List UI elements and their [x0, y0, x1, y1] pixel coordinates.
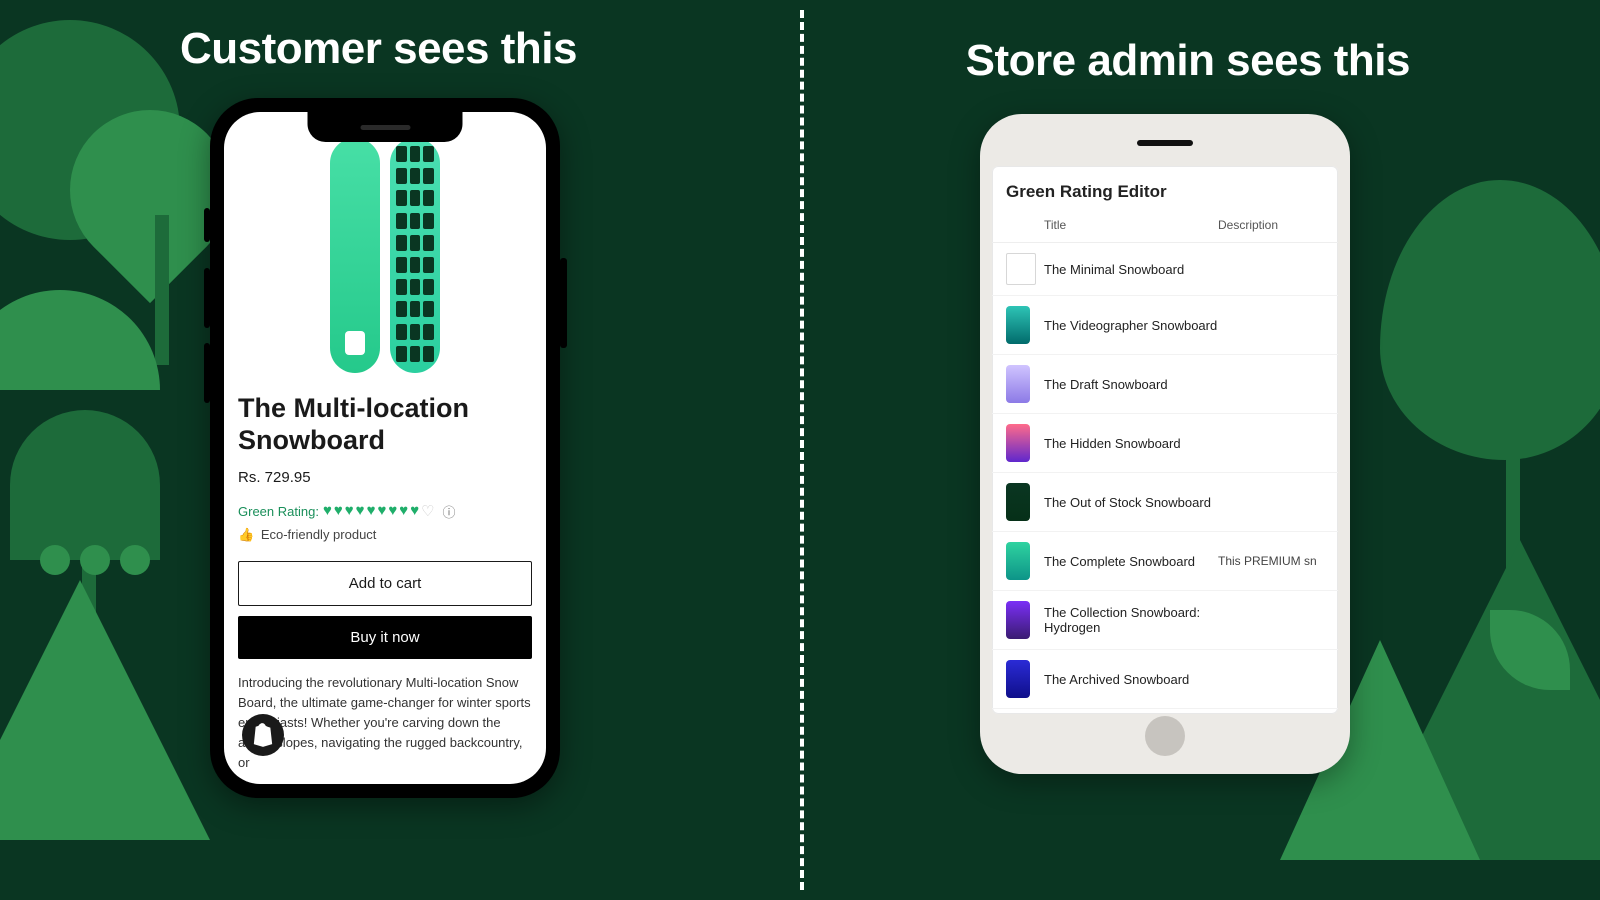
column-header-title: Title [1044, 218, 1218, 232]
table-row[interactable]: The Compare at Price Snowboard [992, 709, 1338, 714]
product-image [230, 120, 540, 381]
row-title: The Hidden Snowboard [1044, 436, 1218, 451]
thumbs-up-icon: 👍 [238, 527, 254, 542]
snowboard-front-icon [330, 138, 380, 373]
eco-friendly-label: Eco-friendly product [261, 527, 377, 542]
product-thumbnail-icon [1006, 306, 1030, 344]
product-thumbnail-icon [1006, 253, 1036, 285]
table-row[interactable]: The Videographer Snowboard [992, 296, 1338, 355]
table-row[interactable]: The Complete SnowboardThis PREMIUM sn [992, 532, 1338, 591]
green-rating-hearts: ♥♥♥♥♥♥♥♥♥♡ [323, 502, 435, 520]
table-row[interactable]: The Minimal Snowboard [992, 243, 1338, 296]
heart-icon: ♥ [399, 502, 408, 520]
admin-heading: Store admin sees this [966, 36, 1410, 86]
heart-icon: ♥ [388, 502, 397, 520]
table-row[interactable]: The Collection Snowboard: Hydrogen [992, 591, 1338, 650]
row-title: The Archived Snowboard [1044, 672, 1218, 687]
product-thumbnail-icon [1006, 483, 1030, 521]
customer-screen: The Multi-location Snowboard Rs. 729.95 … [224, 112, 546, 784]
home-button[interactable] [1145, 716, 1185, 756]
add-to-cart-button[interactable]: Add to cart [238, 561, 532, 606]
product-thumbnail-icon [1006, 365, 1030, 403]
admin-phone-frame: Green Rating Editor Title Description Th… [980, 114, 1350, 774]
row-title: The Collection Snowboard: Hydrogen [1044, 605, 1218, 635]
phone-notch [308, 112, 463, 142]
buy-it-now-button[interactable]: Buy it now [238, 616, 532, 659]
product-thumbnail-icon [1006, 424, 1030, 462]
row-title: The Videographer Snowboard [1044, 318, 1218, 333]
snowboard-back-icon [390, 138, 440, 373]
heart-icon: ♥ [334, 502, 343, 520]
shopify-badge-icon[interactable] [242, 714, 284, 756]
row-description: This PREMIUM sn [1218, 554, 1328, 568]
heart-icon: ♥ [410, 502, 419, 520]
product-price: Rs. 729.95 [230, 461, 540, 490]
heart-icon: ♥ [367, 502, 376, 520]
table-row[interactable]: The Out of Stock Snowboard [992, 473, 1338, 532]
heart-icon: ♥ [377, 502, 386, 520]
row-title: The Complete Snowboard [1044, 554, 1218, 569]
green-rating-row: Green Rating: ♥♥♥♥♥♥♥♥♥♡ ⓘ [230, 490, 540, 523]
customer-phone-frame: The Multi-location Snowboard Rs. 729.95 … [210, 98, 560, 798]
heart-icon: ♥ [345, 502, 354, 520]
vertical-divider [800, 10, 804, 890]
admin-table-header: Title Description [992, 212, 1338, 243]
heart-icon: ♥ [323, 502, 332, 520]
table-row[interactable]: The Draft Snowboard [992, 355, 1338, 414]
row-title: The Minimal Snowboard [1044, 262, 1218, 277]
table-row[interactable]: The Hidden Snowboard [992, 414, 1338, 473]
row-title: The Out of Stock Snowboard [1044, 495, 1218, 510]
product-thumbnail-icon [1006, 660, 1030, 698]
product-thumbnail-icon [1006, 542, 1030, 580]
column-header-description: Description [1218, 218, 1328, 232]
product-title: The Multi-location Snowboard [230, 381, 540, 461]
admin-panel-title: Green Rating Editor [992, 166, 1338, 212]
row-title: The Draft Snowboard [1044, 377, 1218, 392]
product-thumbnail-icon [1006, 601, 1030, 639]
green-rating-label: Green Rating: [238, 504, 319, 519]
heart-icon: ♡ [421, 502, 434, 520]
admin-screen: Green Rating Editor Title Description Th… [992, 166, 1338, 714]
eco-friendly-badge: 👍 Eco-friendly product [230, 523, 540, 553]
info-icon[interactable]: ⓘ [443, 502, 456, 521]
customer-heading: Customer sees this [180, 24, 577, 74]
table-row[interactable]: The Archived Snowboard [992, 650, 1338, 709]
heart-icon: ♥ [356, 502, 365, 520]
phone-earpiece [1137, 140, 1193, 146]
